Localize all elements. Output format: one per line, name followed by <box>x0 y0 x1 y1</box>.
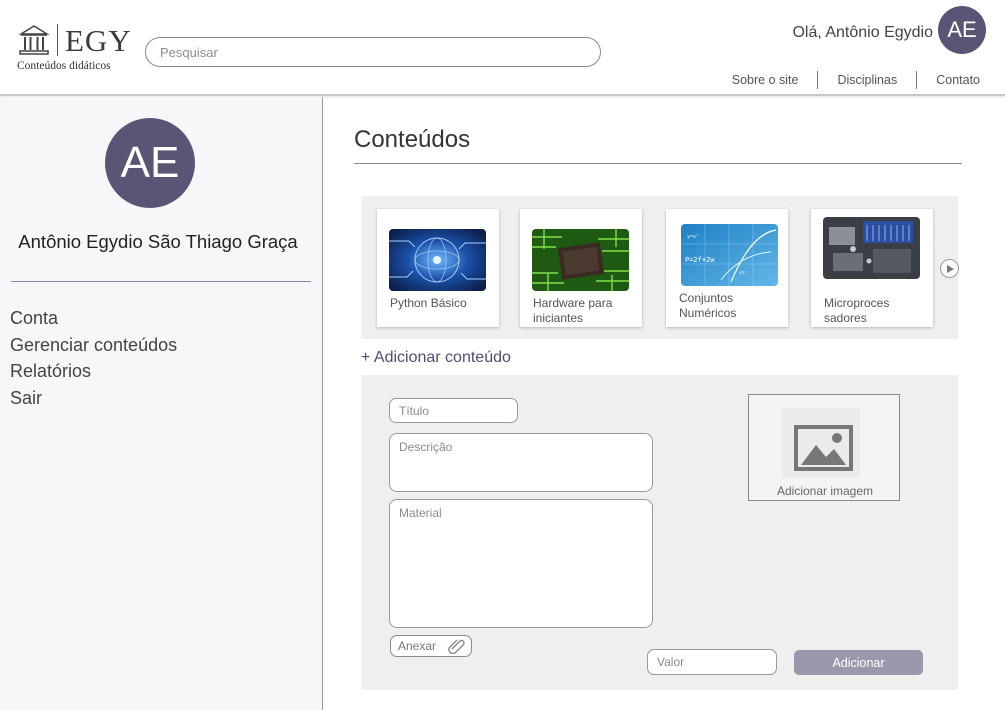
image-icon <box>794 425 853 471</box>
content-card[interactable]: Microproces sadores <box>811 209 933 327</box>
math-formulas-image: P=2f+2w y=x² √x <box>681 224 778 286</box>
museum-icon <box>18 25 50 55</box>
motherboard-image <box>823 217 920 279</box>
add-image-label: Adicionar imagem <box>776 484 874 498</box>
nav-separator <box>817 71 819 89</box>
sidebar: AE Antônio Egydio São Thiago Graça Conta… <box>0 97 323 710</box>
sidebar-menu: Conta Gerenciar conteúdos Relatórios Sai… <box>10 305 177 411</box>
top-nav: Sobre o site Disciplinas Contato <box>732 71 980 89</box>
sidebar-item-relatorios[interactable]: Relatórios <box>10 358 177 385</box>
material-field[interactable] <box>389 499 653 628</box>
svg-text:P=2f+2w: P=2f+2w <box>685 256 715 264</box>
header: EGY Conteúdos didáticos Olá, Antônio Egy… <box>0 0 1005 96</box>
page-title: Conteúdos <box>354 126 471 153</box>
title-field[interactable] <box>389 398 518 423</box>
add-content-form: Adicionar imagem Anexar Adicionar <box>361 375 958 690</box>
user-greeting: Olá, Antônio Egydio <box>792 24 933 41</box>
content-card[interactable]: Hardware para iniciantes <box>520 209 642 327</box>
add-content-link[interactable]: + Adicionar conteúdo <box>361 349 511 367</box>
nav-link-disciplinas[interactable]: Disciplinas <box>837 73 897 87</box>
content-carousel: Python Básico Hardware para iniciantes P… <box>361 196 959 339</box>
brand-name: EGY <box>65 23 132 58</box>
svg-text:√x: √x <box>739 270 745 276</box>
content-card[interactable]: Python Básico <box>377 209 499 327</box>
add-image-dropzone[interactable]: Adicionar imagem <box>748 394 900 501</box>
sidebar-item-gerenciar-conteudos[interactable]: Gerenciar conteúdos <box>10 332 177 359</box>
attach-button[interactable]: Anexar <box>390 635 472 657</box>
sidebar-item-conta[interactable]: Conta <box>10 305 177 332</box>
paperclip-icon <box>448 639 465 654</box>
description-field[interactable] <box>389 433 653 492</box>
brand-tagline: Conteúdos didáticos <box>17 60 111 72</box>
nav-link-sobre[interactable]: Sobre o site <box>732 73 799 87</box>
sidebar-divider <box>11 281 311 282</box>
svg-text:y=x²: y=x² <box>687 234 699 240</box>
title-divider <box>354 163 962 164</box>
card-label: Conjuntos Numéricos <box>679 291 737 320</box>
carousel-next-button[interactable] <box>940 259 959 278</box>
profile-name: Antônio Egydio São Thiago Graça <box>18 231 298 252</box>
content-card[interactable]: P=2f+2w y=x² √x Conjuntos Numéricos <box>666 209 788 327</box>
logo[interactable]: EGY Conteúdos didáticos <box>16 22 136 74</box>
search-input[interactable] <box>145 37 601 67</box>
avatar[interactable]: AE <box>938 6 986 54</box>
logo-divider <box>57 24 58 56</box>
sidebar-item-sair[interactable]: Sair <box>10 385 177 412</box>
profile-avatar: AE <box>105 118 195 208</box>
card-label: Microproces sadores <box>824 296 890 325</box>
attach-label: Anexar <box>398 639 437 653</box>
play-icon <box>946 264 954 273</box>
value-field[interactable] <box>647 649 777 675</box>
card-label: Python Básico <box>390 296 467 310</box>
microchip-image <box>532 229 629 291</box>
nav-link-contato[interactable]: Contato <box>936 73 980 87</box>
card-label: Hardware para iniciantes <box>533 296 613 325</box>
nav-separator <box>916 71 918 89</box>
circuit-globe-image <box>389 229 486 291</box>
submit-add-button[interactable]: Adicionar <box>794 650 923 675</box>
